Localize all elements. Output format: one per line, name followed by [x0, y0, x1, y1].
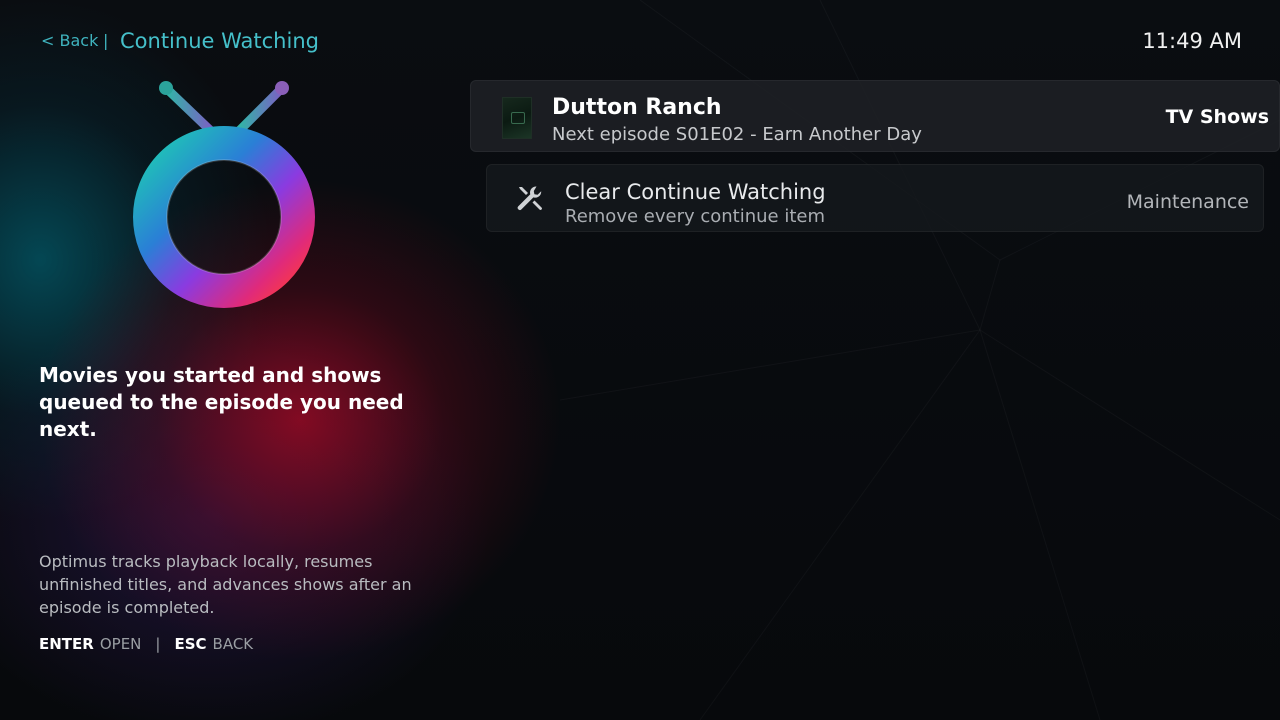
- item-title: Clear Continue Watching: [565, 180, 826, 204]
- enter-key-label: OPEN: [99, 635, 142, 653]
- page-title: Continue Watching: [120, 29, 319, 53]
- tv-ring-logo-icon: [133, 81, 315, 308]
- esc-key-label: BACK: [212, 635, 254, 653]
- tools-icon: [517, 186, 542, 211]
- breadcrumb-separator: |: [103, 31, 109, 50]
- item-title: Dutton Ranch: [552, 95, 722, 120]
- list-item-dutton-ranch[interactable]: Dutton Ranch Next episode S01E02 - Earn …: [470, 80, 1280, 152]
- item-category: Maintenance: [1126, 191, 1249, 213]
- keyboard-hints: ENTER OPEN | ESC BACK: [39, 635, 253, 653]
- item-subtitle: Remove every continue item: [565, 206, 825, 227]
- enter-key-hint: ENTER: [39, 635, 94, 653]
- app-screen: < Back | Continue Watching 11:49 AM Movi…: [0, 0, 1280, 720]
- esc-key-hint: ESC: [174, 635, 207, 653]
- intro-footnote: Optimus tracks playback locally, resumes…: [39, 552, 412, 617]
- item-subtitle: Next episode S01E02 - Earn Another Day: [552, 124, 922, 145]
- back-button[interactable]: < Back: [41, 31, 98, 50]
- poster-thumbnail: [502, 97, 532, 139]
- clock: 11:49 AM: [1142, 29, 1242, 53]
- hint-separator: |: [155, 635, 161, 653]
- item-category: TV Shows: [1165, 106, 1269, 128]
- intro-headline: Movies you started and shows queued to t…: [39, 363, 404, 441]
- list-item-clear-continue-watching[interactable]: Clear Continue Watching Remove every con…: [486, 164, 1264, 232]
